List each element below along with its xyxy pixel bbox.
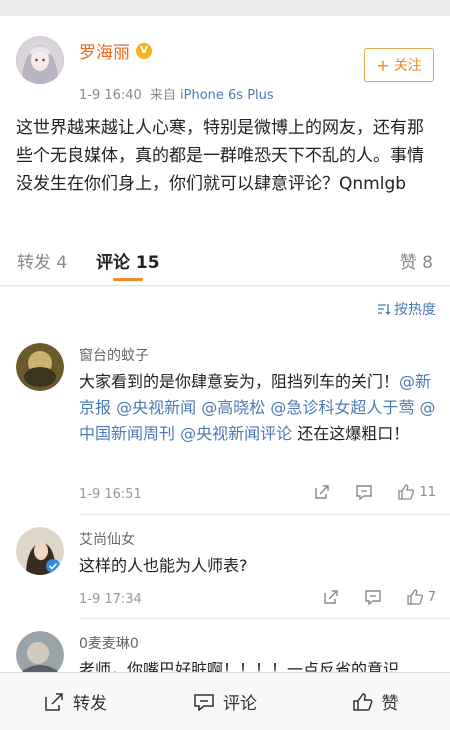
author-avatar[interactable] (16, 36, 64, 84)
vip-badge-icon: V (136, 42, 152, 59)
comment-time: 1-9 16:51 (79, 487, 142, 502)
tab-like[interactable]: 赞 8 (400, 248, 433, 273)
sort-icon (377, 303, 391, 315)
bottom-action-bar: 转发 评论 赞 (0, 672, 450, 730)
sort-bar: 按热度 (0, 287, 450, 327)
weibo-post: 罗海丽 V 1-9 16:40 来自 iPhone 6s Plus + 关注 这世… (0, 16, 450, 234)
comment-time: 1-9 17:34 (79, 592, 142, 607)
commenter-name[interactable]: 艾尚仙女 (79, 529, 135, 549)
bottom-comment-button[interactable]: 评论 (150, 673, 300, 730)
follow-button[interactable]: + 关注 (364, 48, 434, 82)
reply-icon[interactable] (364, 588, 382, 606)
comment-text-part: 大家看到的是你肆意妄为，阻挡列车的关门！ (79, 372, 400, 391)
bottom-repost-label: 转发 (73, 694, 107, 714)
mention-link[interactable]: @央视新闻评论 (180, 424, 292, 443)
post-time: 1-9 16:40 (79, 88, 142, 103)
comment-item: 0麦麦琳0 老师，你嘴巴好脏啊！！！！一点反省的意识 (0, 619, 450, 679)
sort-label: 按热度 (394, 302, 436, 318)
author-name[interactable]: 罗海丽 V (79, 38, 152, 63)
author-name-text[interactable]: 罗海丽 (79, 38, 130, 63)
tab-comment[interactable]: 评论 15 (96, 248, 160, 273)
comment-like-button[interactable]: 7 (406, 588, 436, 606)
comment-text-part: 还在这爆粗口！ (292, 424, 410, 443)
commenter-name[interactable]: 窗台的蚊子 (79, 345, 149, 365)
active-tab-indicator (113, 278, 143, 281)
repost-icon (43, 692, 65, 712)
thumbs-up-icon (397, 483, 415, 501)
thumbs-up-icon (352, 692, 374, 712)
post-content: 这世界越来越让人心寒，特别是微博上的网友，还有那些个无良媒体，真的都是一群唯恐天… (16, 118, 424, 194)
mention-link[interactable]: @央视新闻 (116, 398, 196, 417)
post-source-prefix: 来自 (149, 88, 176, 103)
share-icon[interactable] (322, 588, 340, 606)
bottom-like-button[interactable]: 赞 (300, 673, 450, 730)
bottom-comment-label: 评论 (223, 694, 257, 714)
interaction-tabs: 转发 4 评论 15 赞 8 (0, 234, 450, 286)
tab-repost[interactable]: 转发 4 (17, 248, 67, 273)
bottom-repost-button[interactable]: 转发 (0, 673, 150, 730)
thumbs-up-icon (406, 588, 424, 606)
sort-by-hot-button[interactable]: 按热度 (377, 299, 436, 319)
follow-label: 关注 (393, 58, 422, 74)
comment-actions: 7 (322, 588, 436, 606)
bottom-like-label: 赞 (381, 694, 399, 714)
comment-text: 大家看到的是你肆意妄为，阻挡列车的关门！@新京报 @央视新闻 @高晓松 @急诊科… (79, 369, 436, 447)
share-icon[interactable] (313, 483, 331, 501)
commenter-avatar[interactable] (16, 527, 64, 575)
commenter-avatar[interactable] (16, 343, 64, 391)
comment-actions: 11 (313, 483, 436, 501)
reply-icon[interactable] (355, 483, 373, 501)
comment-icon (193, 692, 215, 712)
comment-like-count: 11 (419, 484, 436, 500)
post-device[interactable]: iPhone 6s Plus (180, 88, 274, 103)
comment-item: 窗台的蚊子 大家看到的是你肆意妄为，阻挡列车的关门！@新京报 @央视新闻 @高晓… (0, 327, 450, 515)
top-spacer (0, 0, 450, 16)
comment-like-button[interactable]: 11 (397, 483, 436, 501)
comment-text: 这样的人也能为人师表? (79, 556, 248, 575)
commenter-name[interactable]: 0麦麦琳0 (79, 633, 139, 653)
comment-item: 艾尚仙女 这样的人也能为人师表? 1-9 17:34 7 (0, 515, 450, 619)
comment-like-count: 7 (427, 589, 436, 605)
plus-icon: + (376, 55, 390, 75)
mention-link[interactable]: @高晓松 (201, 398, 265, 417)
post-meta: 1-9 16:40 来自 iPhone 6s Plus (79, 84, 274, 103)
mention-link[interactable]: @急诊科女超人于莺 (270, 398, 414, 417)
